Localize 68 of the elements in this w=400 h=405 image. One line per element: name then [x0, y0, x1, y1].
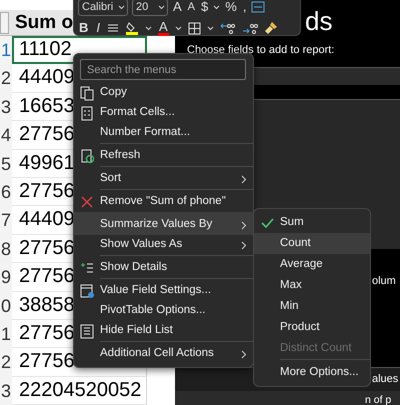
row-number: 5	[0, 150, 12, 178]
menu-item[interactable]: Min	[254, 296, 370, 317]
row-number: 2	[0, 64, 12, 93]
chevron-icon	[241, 174, 247, 184]
row-number: 3	[0, 376, 12, 405]
font-color-button[interactable]: A	[158, 20, 169, 36]
shrink-font-button[interactable]: A	[186, 0, 196, 15]
format-button[interactable]: $	[200, 0, 210, 15]
row-number: 9	[0, 263, 12, 292]
values-field[interactable]: n of p	[175, 390, 400, 405]
cells-icon	[80, 106, 94, 120]
search-field[interactable]: Search the menus	[80, 59, 246, 80]
menu-item[interactable]: Sum	[254, 212, 370, 233]
caret-icon[interactable]	[174, 26, 182, 30]
menu-item[interactable]: Summarize Values By	[74, 212, 253, 235]
row-number: 7	[0, 206, 12, 235]
menu-item[interactable]: Max	[254, 275, 370, 296]
refresh-icon	[80, 148, 94, 164]
align-icon[interactable]	[107, 22, 120, 34]
menu-item[interactable]: PivotTable Options...	[74, 301, 253, 321]
area-label: olum	[372, 274, 397, 288]
font-dropdown[interactable]: Calibri	[78, 0, 128, 16]
menu-item[interactable]: Product	[254, 317, 370, 338]
menu-item[interactable]: Format Cells...	[74, 103, 253, 123]
row-number: 2	[0, 348, 12, 377]
menu-item[interactable]: Number Format...	[74, 123, 253, 143]
row-number: 0	[0, 292, 12, 320]
caret-icon[interactable]	[158, 4, 165, 10]
format-button[interactable]: ,	[242, 0, 248, 15]
row-number: 4	[0, 121, 12, 150]
borders-icon[interactable]	[188, 22, 201, 34]
close-icon	[80, 194, 94, 210]
menu-item[interactable]: Hide Field List	[74, 321, 253, 341]
row-number: 1	[0, 320, 12, 348]
brush-icon[interactable]	[264, 21, 278, 35]
row-number: 8	[0, 234, 12, 264]
menu-item[interactable]: Copy	[74, 83, 253, 103]
row-number: 3	[0, 92, 12, 122]
menu-item[interactable]: Show Values As	[74, 235, 253, 255]
decimal-icon[interactable]	[220, 22, 236, 34]
row-number: 6	[0, 178, 12, 206]
caret-icon[interactable]	[213, 4, 220, 10]
bold-button[interactable]: B	[78, 20, 90, 36]
list-icon	[80, 324, 94, 338]
caret-icon[interactable]	[145, 26, 152, 30]
pane-title: ds	[305, 6, 334, 36]
pane-instruction: Choose fields to add to report:	[187, 43, 336, 58]
column-header: Sum o	[14, 11, 74, 35]
menu-item[interactable]: Count	[254, 233, 370, 254]
caret-icon[interactable]	[118, 4, 125, 10]
format-button[interactable]: %	[224, 0, 238, 15]
chevron-icon	[241, 240, 247, 250]
menu-item[interactable]: Average	[254, 254, 370, 275]
merge-icon[interactable]	[251, 1, 266, 13]
decimal-icon[interactable]	[242, 22, 258, 34]
fill-color-icon[interactable]	[125, 21, 140, 35]
caret-icon[interactable]	[206, 26, 214, 30]
table-cell[interactable]: 11102	[12, 36, 147, 64]
size-dropdown[interactable]: 20	[132, 0, 168, 16]
italic-button[interactable]: I	[95, 20, 102, 36]
chevron-icon	[241, 220, 247, 230]
settings-icon	[80, 284, 94, 298]
details-icon	[80, 260, 94, 276]
table-cell[interactable]: 22204520052	[12, 376, 147, 405]
copy-icon	[80, 86, 94, 100]
row-number: 1	[0, 36, 12, 64]
chevron-icon	[241, 350, 247, 358]
grow-font-button[interactable]: A	[172, 0, 183, 15]
